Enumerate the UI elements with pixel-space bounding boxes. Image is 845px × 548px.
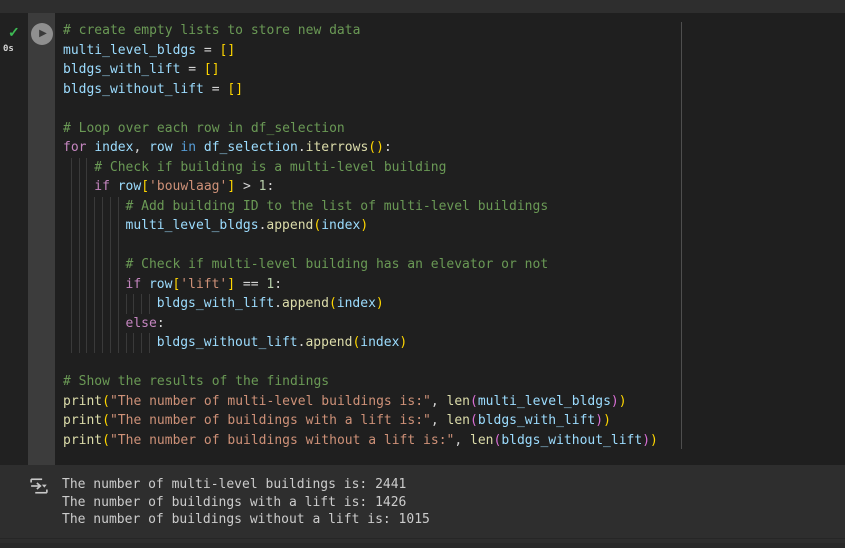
editor-ruler xyxy=(681,22,682,449)
code-line: # create empty lists to store new data xyxy=(63,21,845,41)
output-line: The number of buildings without a lift i… xyxy=(62,511,430,529)
code-line xyxy=(63,99,845,119)
code-line: bldgs_without_lift = [] xyxy=(63,80,845,100)
code-line: if row['bouwlaag'] > 1: xyxy=(63,177,845,197)
execution-duration: 0s xyxy=(3,44,14,54)
code-line: multi_level_bldgs.append(index) xyxy=(63,216,845,236)
code-line: for index, row in df_selection.iterrows(… xyxy=(63,138,845,158)
code-line: # Check if building is a multi-level bui… xyxy=(63,158,845,178)
execution-success-icon: ✓ xyxy=(8,25,20,39)
code-content: # create empty lists to store new datamu… xyxy=(63,21,845,450)
code-line: print("The number of multi-level buildin… xyxy=(63,392,845,412)
cell-status-column: ✓ 0s xyxy=(0,13,28,465)
code-line: # Add building ID to the list of multi-l… xyxy=(63,197,845,217)
code-line: bldgs_without_lift.append(index) xyxy=(63,333,845,353)
output-line: The number of buildings with a lift is: … xyxy=(62,494,430,512)
notebook: ✓ 0s ▶ # create empty lists to store new… xyxy=(0,0,845,548)
output-line: The number of multi-level buildings is: … xyxy=(62,476,430,494)
output-options-button[interactable] xyxy=(29,476,49,496)
run-cell-button[interactable]: ▶ xyxy=(31,23,53,45)
code-line: multi_level_bldgs = [] xyxy=(63,41,845,61)
code-editor[interactable]: # create empty lists to store new datamu… xyxy=(55,13,845,465)
output-text: The number of multi-level buildings is: … xyxy=(62,476,430,529)
code-line: bldgs_with_lift.append(index) xyxy=(63,294,845,314)
code-line xyxy=(63,236,845,256)
notebook-bottom-edge xyxy=(0,543,845,548)
cell-output: The number of multi-level buildings is: … xyxy=(0,465,845,539)
code-line xyxy=(63,353,845,373)
code-line: bldgs_with_lift = [] xyxy=(63,60,845,80)
code-line: print("The number of buildings with a li… xyxy=(63,411,845,431)
code-line: if row['lift'] == 1: xyxy=(63,275,845,295)
code-line: # Check if multi-level building has an e… xyxy=(63,255,845,275)
code-line: # Show the results of the findings xyxy=(63,372,845,392)
code-cell: ✓ 0s ▶ # create empty lists to store new… xyxy=(0,13,845,465)
code-line: else: xyxy=(63,314,845,334)
output-options-icon xyxy=(29,476,49,496)
code-line: print("The number of buildings without a… xyxy=(63,431,845,451)
code-line: # Loop over each row in df_selection xyxy=(63,119,845,139)
cell-gutter: ▶ xyxy=(28,13,55,465)
play-icon: ▶ xyxy=(37,29,47,39)
